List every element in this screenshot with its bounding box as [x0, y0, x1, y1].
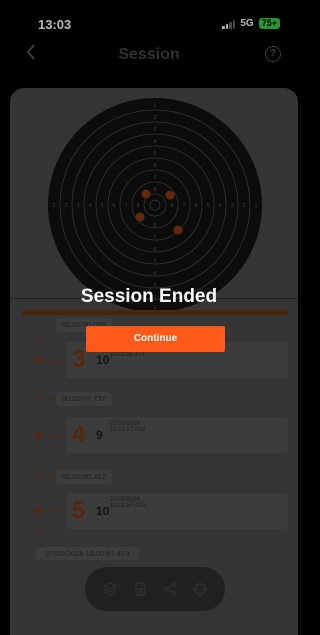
session-ended-overlay: Session Ended Continue [0, 0, 298, 635]
modal-title: Session Ended [80, 286, 218, 307]
continue-button[interactable]: Continue [86, 326, 225, 352]
